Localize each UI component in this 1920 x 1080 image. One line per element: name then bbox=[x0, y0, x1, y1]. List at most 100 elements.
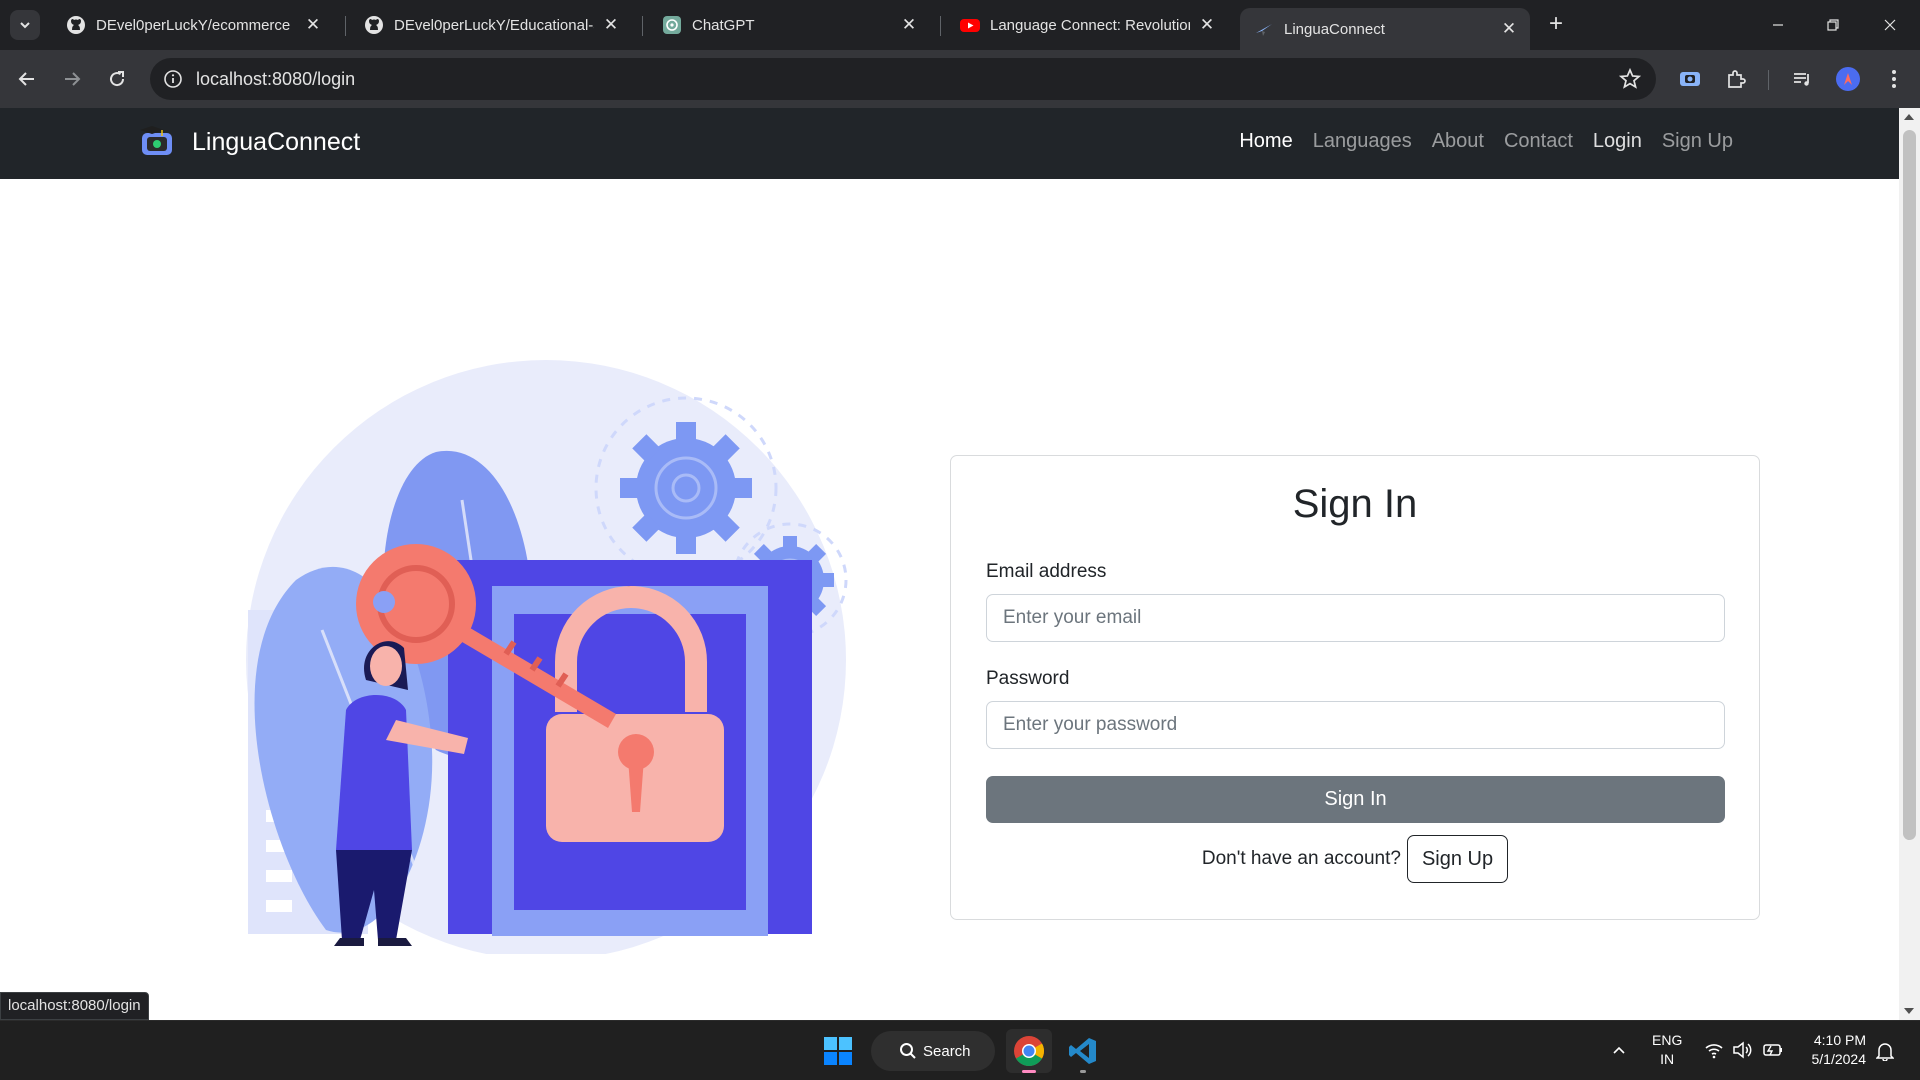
close-icon[interactable]: ✕ bbox=[304, 15, 322, 35]
browser-toolbar: localhost:8080/login bbox=[0, 50, 1920, 108]
close-icon[interactable]: ✕ bbox=[1500, 19, 1518, 39]
close-icon[interactable]: ✕ bbox=[1198, 15, 1216, 35]
browser-tab[interactable]: DEvel0perLuckY/ecommerce ✕ bbox=[52, 6, 334, 44]
chevron-down-icon bbox=[20, 22, 30, 29]
tab-title: DEvel0perLuckY/ecommerce bbox=[96, 16, 291, 34]
extensions-icon[interactable] bbox=[1722, 65, 1750, 93]
browser-menu-icon[interactable] bbox=[1880, 65, 1908, 93]
screen-capture-icon[interactable] bbox=[1676, 65, 1704, 93]
arrow-left-icon bbox=[18, 72, 34, 86]
nav-links: Home Languages About Contact Login Sign … bbox=[1239, 130, 1733, 153]
address-bar[interactable]: localhost:8080/login bbox=[150, 58, 1656, 100]
login-illustration bbox=[246, 360, 848, 954]
scroll-down-icon[interactable] bbox=[1904, 1008, 1914, 1014]
url-text[interactable]: localhost:8080/login bbox=[196, 69, 355, 90]
clock-time: 4:10 PM bbox=[1813, 1032, 1866, 1048]
close-icon[interactable]: ✕ bbox=[602, 15, 620, 35]
minimize-icon bbox=[1773, 24, 1783, 26]
brand-name: LinguaConnect bbox=[192, 127, 361, 156]
new-tab-button[interactable]: + bbox=[1543, 12, 1569, 38]
chrome-taskbar-app[interactable] bbox=[1006, 1029, 1052, 1073]
brand-link[interactable]: LinguaConnect bbox=[138, 124, 360, 160]
show-hidden-icons[interactable] bbox=[1612, 1043, 1626, 1057]
nav-link-signup[interactable]: Sign Up bbox=[1662, 130, 1733, 153]
nav-link-about[interactable]: About bbox=[1432, 130, 1484, 153]
active-app-indicator bbox=[1022, 1070, 1036, 1073]
toolbar-divider bbox=[1768, 70, 1769, 90]
youtube-icon bbox=[960, 15, 980, 35]
nav-link-languages[interactable]: Languages bbox=[1313, 130, 1412, 153]
tab-search-button[interactable] bbox=[10, 10, 40, 40]
tab-title: DEvel0perLuckY/Educational-ap bbox=[394, 16, 594, 34]
language-indicator[interactable]: ENG IN bbox=[1652, 1031, 1682, 1080]
restore-button[interactable] bbox=[1813, 10, 1853, 40]
signin-button[interactable]: Sign In bbox=[986, 776, 1725, 823]
password-label: Password bbox=[986, 668, 1070, 689]
system-clock[interactable]: 4:10 PM 5/1/2024 bbox=[1800, 1031, 1867, 1080]
profile-avatar[interactable] bbox=[1834, 65, 1862, 93]
browser-tab-active[interactable]: LinguaConnect ✕ bbox=[1240, 8, 1530, 50]
arrow-right-icon bbox=[65, 72, 81, 86]
scrollbar-thumb[interactable] bbox=[1903, 130, 1916, 840]
taskbar: Search ENG IN 4:10 PM 5/1/2024 bbox=[0, 1020, 1920, 1080]
browser-tab[interactable]: ChatGPT ✕ bbox=[648, 6, 930, 44]
nav-link-login[interactable]: Login bbox=[1593, 130, 1642, 153]
browser-tab-strip: DEvel0perLuckY/ecommerce ✕ DEvel0perLuck… bbox=[0, 0, 1920, 50]
lingua-tab-icon bbox=[1254, 19, 1274, 39]
chatgpt-icon bbox=[662, 15, 682, 35]
region-code: IN bbox=[1660, 1051, 1675, 1067]
vscode-icon bbox=[1069, 1038, 1096, 1064]
chrome-icon bbox=[1014, 1036, 1045, 1067]
github-icon bbox=[66, 15, 86, 35]
page-scrollbar[interactable] bbox=[1899, 108, 1920, 1020]
github-icon bbox=[364, 15, 384, 35]
tab-title: Language Connect: Revolutioni bbox=[990, 16, 1190, 34]
close-icon bbox=[1884, 19, 1896, 31]
site-navbar: LinguaConnect Home Languages About Conta… bbox=[0, 108, 1899, 179]
tab-separator bbox=[345, 16, 346, 36]
close-icon[interactable]: ✕ bbox=[900, 15, 918, 35]
no-account-text: Don't have an account? bbox=[1201, 848, 1401, 869]
language-code: ENG bbox=[1652, 1032, 1683, 1048]
battery-icon[interactable] bbox=[1762, 1041, 1784, 1059]
nav-link-contact[interactable]: Contact bbox=[1504, 130, 1573, 153]
link-status-bubble: localhost:8080/login bbox=[0, 992, 149, 1020]
signup-row: Don't have an account? Sign Up bbox=[951, 835, 1759, 883]
browser-tab[interactable]: DEvel0perLuckY/Educational-ap ✕ bbox=[350, 6, 632, 44]
browser-tab[interactable]: Language Connect: Revolutioni ✕ bbox=[946, 6, 1228, 44]
lingua-logo-icon bbox=[140, 126, 172, 155]
restore-icon bbox=[1827, 19, 1839, 31]
gear-icon bbox=[620, 422, 752, 554]
notification-bell-icon[interactable] bbox=[1876, 1041, 1894, 1061]
media-controls-icon[interactable] bbox=[1788, 65, 1816, 93]
bookmark-star-icon[interactable] bbox=[1618, 67, 1642, 91]
close-window-button[interactable] bbox=[1870, 10, 1910, 40]
page-viewport: LinguaConnect Home Languages About Conta… bbox=[0, 108, 1899, 1020]
taskbar-search[interactable]: Search bbox=[871, 1031, 995, 1071]
password-input[interactable] bbox=[986, 701, 1725, 749]
search-icon bbox=[900, 1043, 916, 1059]
minimize-button[interactable] bbox=[1758, 10, 1798, 40]
signup-button[interactable]: Sign Up bbox=[1406, 835, 1509, 883]
running-app-indicator bbox=[1080, 1070, 1086, 1073]
taskbar-search-label: Search bbox=[923, 1042, 971, 1060]
scroll-up-icon[interactable] bbox=[1904, 114, 1914, 120]
tab-title: ChatGPT bbox=[692, 16, 755, 34]
wifi-icon[interactable] bbox=[1704, 1041, 1724, 1059]
tab-title: LinguaConnect bbox=[1284, 20, 1385, 38]
vscode-taskbar-app[interactable] bbox=[1060, 1029, 1106, 1073]
email-input[interactable] bbox=[986, 594, 1725, 642]
email-label: Email address bbox=[986, 561, 1107, 582]
windows-start-icon[interactable] bbox=[822, 1035, 854, 1067]
site-info-icon[interactable] bbox=[162, 68, 184, 90]
back-button[interactable] bbox=[10, 62, 44, 96]
signin-title: Sign In bbox=[1292, 482, 1418, 526]
clock-date: 5/1/2024 bbox=[1811, 1051, 1867, 1067]
reload-button[interactable] bbox=[100, 62, 134, 96]
nav-link-home[interactable]: Home bbox=[1239, 130, 1292, 153]
reload-icon bbox=[110, 71, 125, 87]
tab-separator bbox=[940, 16, 941, 36]
volume-icon[interactable] bbox=[1732, 1041, 1752, 1059]
tab-separator bbox=[642, 16, 643, 36]
forward-button[interactable] bbox=[55, 62, 89, 96]
